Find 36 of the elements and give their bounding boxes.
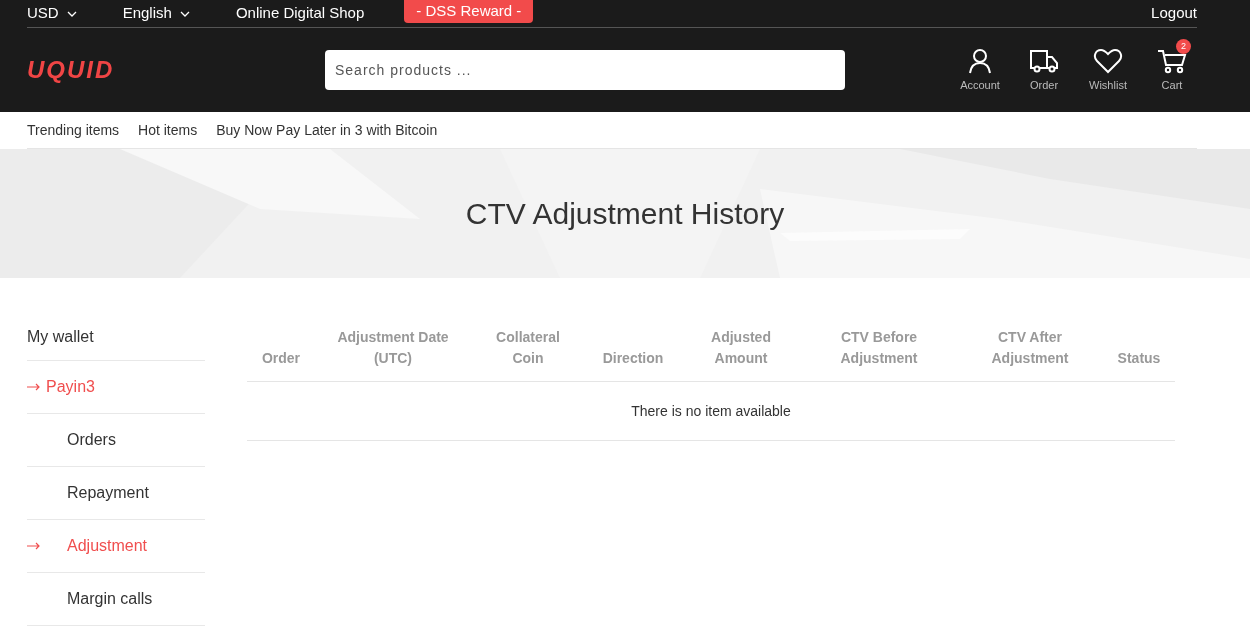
arrow-right-icon xyxy=(27,542,40,550)
column-header: Collateral Coin xyxy=(495,328,561,368)
empty-message: There is no item available xyxy=(247,382,1175,441)
column-header: Status xyxy=(1116,349,1162,368)
shop-link[interactable]: Online Digital Shop xyxy=(235,2,365,25)
nav-link[interactable]: Buy Now Pay Later in 3 with Bitcoin xyxy=(216,119,438,141)
column-header: Direction xyxy=(601,349,665,368)
sidebar-subitem[interactable]: Margin calls xyxy=(27,573,205,626)
nav-link[interactable]: Hot items xyxy=(138,119,198,141)
sidebar-subitem[interactable]: Adjustment xyxy=(27,520,205,573)
logo[interactable]: UQUID xyxy=(27,52,325,88)
sidebar-title: My wallet xyxy=(27,314,205,361)
nav-link[interactable]: Trending items xyxy=(27,119,120,141)
chevron-down-icon xyxy=(66,10,77,17)
column-header: Adjustment Date (UTC) xyxy=(336,328,450,368)
heart-icon xyxy=(1093,46,1123,75)
currency-dropdown[interactable]: USD xyxy=(27,2,77,25)
cart-button[interactable]: Cart 2 xyxy=(1149,38,1195,94)
column-header: Adjusted Amount xyxy=(710,328,772,368)
sidebar-subitem[interactable]: Repayment xyxy=(27,467,205,520)
column-header: CTV After Adjustment xyxy=(990,328,1070,368)
logout-link[interactable]: Logout xyxy=(1151,2,1197,25)
chevron-down-icon xyxy=(179,10,190,17)
sidebar-subitem[interactable]: Orders xyxy=(27,414,205,467)
arrow-right-icon xyxy=(27,383,40,391)
wishlist-button[interactable]: Wishlist xyxy=(1085,38,1131,94)
reward-button[interactable]: - DSS Reward - xyxy=(404,0,534,23)
sidebar-item[interactable]: Payin3 xyxy=(27,361,205,414)
search-field[interactable]: Search products ... xyxy=(325,50,845,90)
account-button[interactable]: Account xyxy=(957,38,1003,94)
column-header: CTV Before Adjustment xyxy=(839,328,919,368)
language-dropdown[interactable]: English xyxy=(122,2,190,25)
column-header: Order xyxy=(260,349,302,368)
order-button[interactable]: Order xyxy=(1021,38,1067,94)
cart-count-badge: 2 xyxy=(1176,38,1191,54)
page-title: CTV Adjustment History xyxy=(465,196,785,232)
